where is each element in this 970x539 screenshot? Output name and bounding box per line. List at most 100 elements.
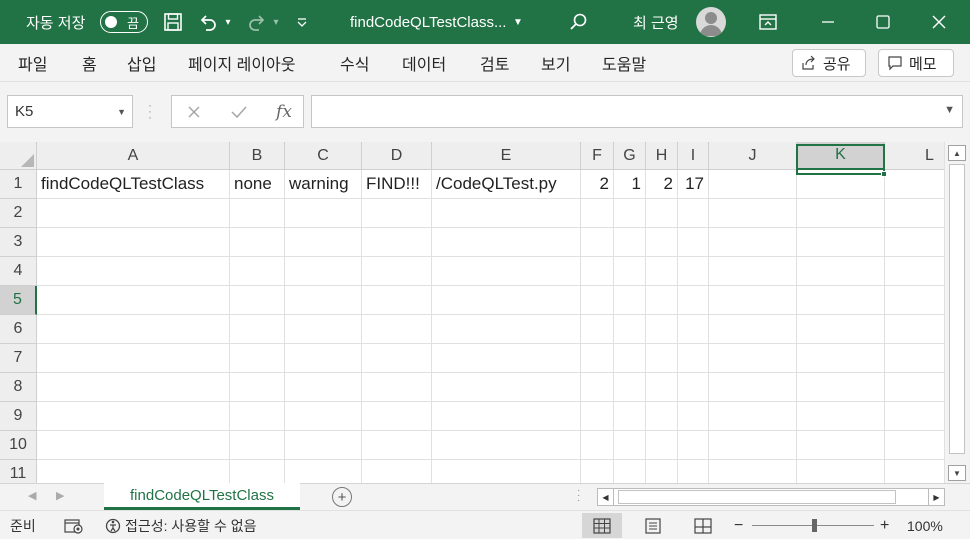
macro-record-icon[interactable] [64, 511, 84, 539]
cell-f8[interactable] [581, 373, 614, 402]
close-icon[interactable] [926, 0, 952, 44]
cell-h3[interactable] [646, 228, 678, 257]
cell-c7[interactable] [285, 344, 362, 373]
cell-g3[interactable] [614, 228, 646, 257]
column-header-i[interactable]: I [678, 142, 709, 170]
cell-b2[interactable] [230, 199, 285, 228]
cell-a10[interactable] [37, 431, 230, 460]
cell-d10[interactable] [362, 431, 432, 460]
add-sheet-icon[interactable]: + [332, 487, 352, 507]
cell-j2[interactable] [709, 199, 797, 228]
cell-b5[interactable] [230, 286, 285, 315]
cell-f5[interactable] [581, 286, 614, 315]
minimize-icon[interactable] [815, 0, 841, 44]
cell-k10[interactable] [797, 431, 885, 460]
column-header-b[interactable]: B [230, 142, 285, 170]
cell-f4[interactable] [581, 257, 614, 286]
cell-b11[interactable] [230, 460, 285, 483]
scroll-down-icon[interactable]: ▼ [948, 465, 966, 481]
prev-sheet-icon[interactable]: ◀ [28, 489, 36, 502]
cell-g7[interactable] [614, 344, 646, 373]
tab-file[interactable]: 파일 [18, 44, 47, 82]
cell-g6[interactable] [614, 315, 646, 344]
cell-d3[interactable] [362, 228, 432, 257]
avatar[interactable] [696, 7, 726, 37]
cell-g11[interactable] [614, 460, 646, 483]
accessibility-status[interactable]: 접근성: 사용할 수 없음 [104, 511, 256, 539]
cell-j3[interactable] [709, 228, 797, 257]
cell-a1[interactable]: findCodeQLTestClass [37, 170, 230, 199]
horizontal-scrollbar[interactable]: ◀ ▶ [597, 488, 945, 506]
tab-help[interactable]: 도움말 [602, 44, 646, 82]
cell-b4[interactable] [230, 257, 285, 286]
cell-k11[interactable] [797, 460, 885, 483]
cell-a4[interactable] [37, 257, 230, 286]
cell-d2[interactable] [362, 199, 432, 228]
row-header-7[interactable]: 7 [0, 344, 37, 373]
row-header-3[interactable]: 3 [0, 228, 37, 257]
redo-icon[interactable] [244, 0, 270, 44]
cell-c1[interactable]: warning [285, 170, 362, 199]
cell-l10[interactable] [885, 431, 944, 460]
cell-f9[interactable] [581, 402, 614, 431]
tab-insert[interactable]: 삽입 [127, 44, 156, 82]
zoom-slider-thumb[interactable] [812, 519, 817, 532]
scroll-left-icon[interactable]: ◀ [598, 489, 614, 505]
cell-g8[interactable] [614, 373, 646, 402]
cell-f2[interactable] [581, 199, 614, 228]
cell-g1[interactable]: 1 [614, 170, 646, 199]
sheet-tab-active[interactable]: findCodeQLTestClass [104, 483, 300, 510]
cell-h5[interactable] [646, 286, 678, 315]
cell-g10[interactable] [614, 431, 646, 460]
cell-i8[interactable] [678, 373, 709, 402]
zoom-level[interactable]: 100% [907, 511, 943, 539]
tab-home[interactable]: 홈 [82, 44, 97, 82]
formula-input[interactable]: ▼ [311, 95, 963, 128]
page-break-view-icon[interactable] [683, 513, 723, 538]
cell-h4[interactable] [646, 257, 678, 286]
cell-j5[interactable] [709, 286, 797, 315]
cell-a7[interactable] [37, 344, 230, 373]
cell-a6[interactable] [37, 315, 230, 344]
tab-split-handle-icon[interactable]: · · · [577, 486, 580, 506]
cell-i11[interactable] [678, 460, 709, 483]
cell-f7[interactable] [581, 344, 614, 373]
save-icon[interactable] [160, 0, 186, 44]
row-header-4[interactable]: 4 [0, 257, 37, 286]
cell-j6[interactable] [709, 315, 797, 344]
cell-h10[interactable] [646, 431, 678, 460]
cell-l2[interactable] [885, 199, 944, 228]
column-header-d[interactable]: D [362, 142, 432, 170]
cell-k1[interactable] [797, 170, 885, 199]
column-header-c[interactable]: C [285, 142, 362, 170]
cell-l1[interactable] [885, 170, 944, 199]
cell-f10[interactable] [581, 431, 614, 460]
cell-h2[interactable] [646, 199, 678, 228]
cell-i5[interactable] [678, 286, 709, 315]
column-header-k[interactable]: K [797, 142, 885, 170]
cell-d5[interactable] [362, 286, 432, 315]
tab-page-layout[interactable]: 페이지 레이아웃 [188, 44, 296, 82]
cell-e11[interactable] [432, 460, 581, 483]
cell-c10[interactable] [285, 431, 362, 460]
worksheet-grid[interactable]: A B C D E F G H I J K L 1 findCodeQLTestClass none warn… [0, 142, 944, 483]
cell-f11[interactable] [581, 460, 614, 483]
row-header-1[interactable]: 1 [0, 170, 37, 199]
name-box-dropdown-icon[interactable]: ▼ [117, 107, 126, 117]
column-header-f[interactable]: F [581, 142, 614, 170]
cell-c2[interactable] [285, 199, 362, 228]
cell-c3[interactable] [285, 228, 362, 257]
cell-h7[interactable] [646, 344, 678, 373]
cell-d6[interactable] [362, 315, 432, 344]
cell-j4[interactable] [709, 257, 797, 286]
cell-e2[interactable] [432, 199, 581, 228]
cell-l8[interactable] [885, 373, 944, 402]
cell-b3[interactable] [230, 228, 285, 257]
insert-function-icon[interactable]: fx [269, 96, 299, 127]
tab-data[interactable]: 데이터 [402, 44, 446, 82]
cell-g4[interactable] [614, 257, 646, 286]
enter-icon[interactable] [224, 96, 254, 127]
tab-formulas[interactable]: 수식 [340, 44, 369, 82]
column-header-h[interactable]: H [646, 142, 678, 170]
cell-e3[interactable] [432, 228, 581, 257]
